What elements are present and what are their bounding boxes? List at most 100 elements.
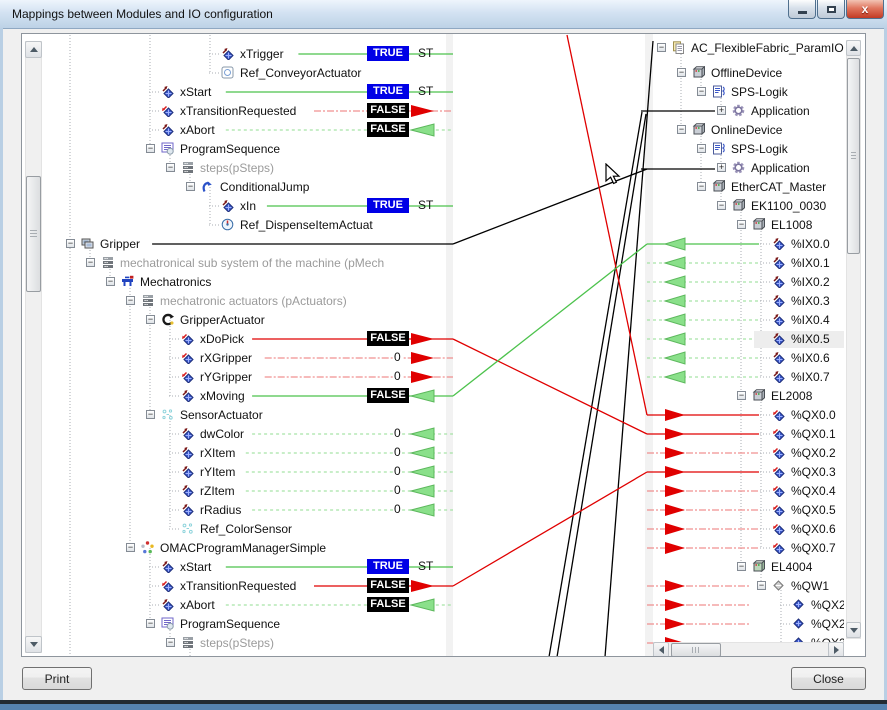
tree-item-sps-logik[interactable]: −SPS-Logik xyxy=(651,140,844,158)
tree-item-offlinedevice[interactable]: −OfflineDevice xyxy=(651,64,844,82)
tree-item-application[interactable]: +Application xyxy=(651,159,844,177)
tree-item-gripper[interactable]: −Gripper xyxy=(21,235,447,253)
tree-item-el1008[interactable]: −EL1008 xyxy=(651,216,844,234)
expander-collapse[interactable]: − xyxy=(737,391,746,400)
right-scroll-left-button[interactable] xyxy=(653,642,669,657)
tree-item-qx0-4[interactable]: %QX0.4 xyxy=(651,482,844,500)
expander-collapse[interactable]: − xyxy=(737,220,746,229)
expander-collapse[interactable]: − xyxy=(677,125,686,134)
tree-item-rxitem[interactable]: rXItem xyxy=(21,444,447,462)
tree-item-label: xAbort xyxy=(180,598,215,612)
expander-collapse[interactable]: − xyxy=(66,239,75,248)
tree-item-ix0-5[interactable]: %IX0.5 xyxy=(651,330,844,348)
expander-collapse[interactable]: − xyxy=(697,182,706,191)
expander-collapse[interactable]: − xyxy=(146,619,155,628)
tree-item-qx0-7[interactable]: %QX0.7 xyxy=(651,539,844,557)
tree-item-sensoractuator[interactable]: −SensorActuator xyxy=(21,406,447,424)
tree-item-qx0-3[interactable]: %QX0.3 xyxy=(651,463,844,481)
tree-item-mechatronic-actuators-pactuators[interactable]: −mechatronic actuators (pActuators) xyxy=(21,292,447,310)
tree-item-qx2[interactable]: %QX2. xyxy=(651,615,844,633)
tree-item-ref-conveyoractuator[interactable]: Ref_ConveyorActuator xyxy=(21,64,447,82)
tree-item-gripperactuator[interactable]: −GripperActuator xyxy=(21,311,447,329)
tree-item-application[interactable]: +Application xyxy=(651,102,844,120)
tree-item-steps-psteps[interactable]: −steps(pSteps) xyxy=(21,634,447,652)
tree-item-qx0-1[interactable]: %QX0.1 xyxy=(651,425,844,443)
expander-collapse[interactable]: − xyxy=(166,638,175,647)
right-scroll-right-button[interactable] xyxy=(828,642,844,657)
expander-collapse[interactable]: − xyxy=(657,43,666,52)
tree-item-steps-psteps[interactable]: −steps(pSteps) xyxy=(21,159,447,177)
tree-item-qx0-5[interactable]: %QX0.5 xyxy=(651,501,844,519)
tree-item-ref-colorsensor[interactable]: Ref_ColorSensor xyxy=(21,520,447,538)
expander-collapse[interactable]: − xyxy=(166,163,175,172)
expander-collapse[interactable]: − xyxy=(757,581,766,590)
right-h-scrollbar-thumb[interactable] xyxy=(671,643,721,657)
left-scroll-down-button[interactable] xyxy=(25,636,42,653)
tree-item-label: dwColor xyxy=(200,427,244,441)
tree-item-ix0-6[interactable]: %IX0.6 xyxy=(651,349,844,367)
maximize-button[interactable] xyxy=(817,0,845,19)
tree-item-el2008[interactable]: −EL2008 xyxy=(651,387,844,405)
tree-item-ryitem[interactable]: rYItem xyxy=(21,463,447,481)
tree-item-sps-logik[interactable]: −SPS-Logik xyxy=(651,83,844,101)
expander-collapse[interactable]: − xyxy=(186,182,195,191)
tree-item-omacprogrammanagersimple[interactable]: −OMACProgramManagerSimple xyxy=(21,539,447,557)
left-scrollbar-thumb[interactable] xyxy=(26,176,41,292)
tree-item-rxgripper[interactable]: rXGripper xyxy=(21,349,447,367)
tree-item-qx0-2[interactable]: %QX0.2 xyxy=(651,444,844,462)
tree-item-ix0-7[interactable]: %IX0.7 xyxy=(651,368,844,386)
tree-item-onlinedevice[interactable]: −OnlineDevice xyxy=(651,121,844,139)
tree-item-ethercat-master[interactable]: −EtherCAT_Master xyxy=(651,178,844,196)
tree-item-ix0-0[interactable]: %IX0.0 xyxy=(651,235,844,253)
tree-item-ix0-4[interactable]: %IX0.4 xyxy=(651,311,844,329)
close-button[interactable]: Close xyxy=(791,667,866,690)
tree-item-programsequence[interactable]: −ProgramSequence xyxy=(21,615,447,633)
expander-collapse[interactable]: − xyxy=(106,277,115,286)
tree-item-conditionaljump[interactable]: −ConditionalJump xyxy=(21,178,447,196)
expander-collapse[interactable]: − xyxy=(697,87,706,96)
tree-item-label: rYGripper xyxy=(200,370,252,384)
right-scrollbar-thumb[interactable] xyxy=(847,58,860,254)
tree-item-ref-dispenseitemactuat[interactable]: Ref_DispenseItemActuat xyxy=(21,216,447,234)
close-window-button[interactable]: x xyxy=(846,0,884,19)
tree-item-el4004[interactable]: −EL4004 xyxy=(651,558,844,576)
expander-collapse[interactable]: − xyxy=(86,258,95,267)
expander-collapse[interactable]: − xyxy=(717,201,726,210)
tree-item-ek1100-0030[interactable]: −EK1100_0030 xyxy=(651,197,844,215)
tree-item-rygripper[interactable]: rYGripper xyxy=(21,368,447,386)
minimize-button[interactable] xyxy=(788,0,816,19)
expander-collapse[interactable]: − xyxy=(146,410,155,419)
tree-item-qx0-0[interactable]: %QX0.0 xyxy=(651,406,844,424)
right-scroll-up-button[interactable] xyxy=(846,40,861,56)
left-tree-scrollbar[interactable] xyxy=(25,41,42,653)
tree-item-dwcolor[interactable]: dwColor xyxy=(21,425,447,443)
expander-expand[interactable]: + xyxy=(717,163,726,172)
tree-item-mechatronics[interactable]: −Mechatronics xyxy=(21,273,447,291)
tree-item-rradius[interactable]: rRadius xyxy=(21,501,447,519)
expander-collapse[interactable]: − xyxy=(126,296,135,305)
expander-collapse[interactable]: − xyxy=(677,68,686,77)
tree-item-rzitem[interactable]: rZItem xyxy=(21,482,447,500)
tree-item-ix0-2[interactable]: %IX0.2 xyxy=(651,273,844,291)
expander-collapse[interactable]: − xyxy=(126,543,135,552)
expander-expand[interactable]: + xyxy=(717,106,726,115)
tree-item-programsequence[interactable]: −ProgramSequence xyxy=(21,140,447,158)
print-button[interactable]: Print xyxy=(22,667,92,690)
expander-collapse[interactable]: − xyxy=(737,562,746,571)
tree-item-ac-flexiblefabric-paramioonl[interactable]: −AC_FlexibleFabric_ParamIOOnl xyxy=(651,39,844,57)
tree-item-qx0-6[interactable]: %QX0.6 xyxy=(651,520,844,538)
tree-item-qw1[interactable]: −%QW1 xyxy=(651,577,844,595)
tree-item-ix0-3[interactable]: %IX0.3 xyxy=(651,292,844,310)
tree-item-qx2[interactable]: %QX2. xyxy=(651,596,844,614)
expander-collapse[interactable]: − xyxy=(146,315,155,324)
title-bar[interactable]: Mappings between Modules and IO configur… xyxy=(0,0,887,29)
tree-item-mechatronical-sub-system-of-the-machine-pmech[interactable]: −mechatronical sub system of the machine… xyxy=(21,254,447,272)
left-scroll-up-button[interactable] xyxy=(25,41,42,58)
right-scroll-down-button[interactable] xyxy=(846,622,861,638)
sensor-icon xyxy=(161,408,174,421)
tree-item-label: Ref_DispenseItemActuat xyxy=(240,218,373,232)
expander-collapse[interactable]: − xyxy=(146,144,155,153)
window-title: Mappings between Modules and IO configur… xyxy=(12,7,273,21)
expander-collapse[interactable]: − xyxy=(697,144,706,153)
tree-item-ix0-1[interactable]: %IX0.1 xyxy=(651,254,844,272)
